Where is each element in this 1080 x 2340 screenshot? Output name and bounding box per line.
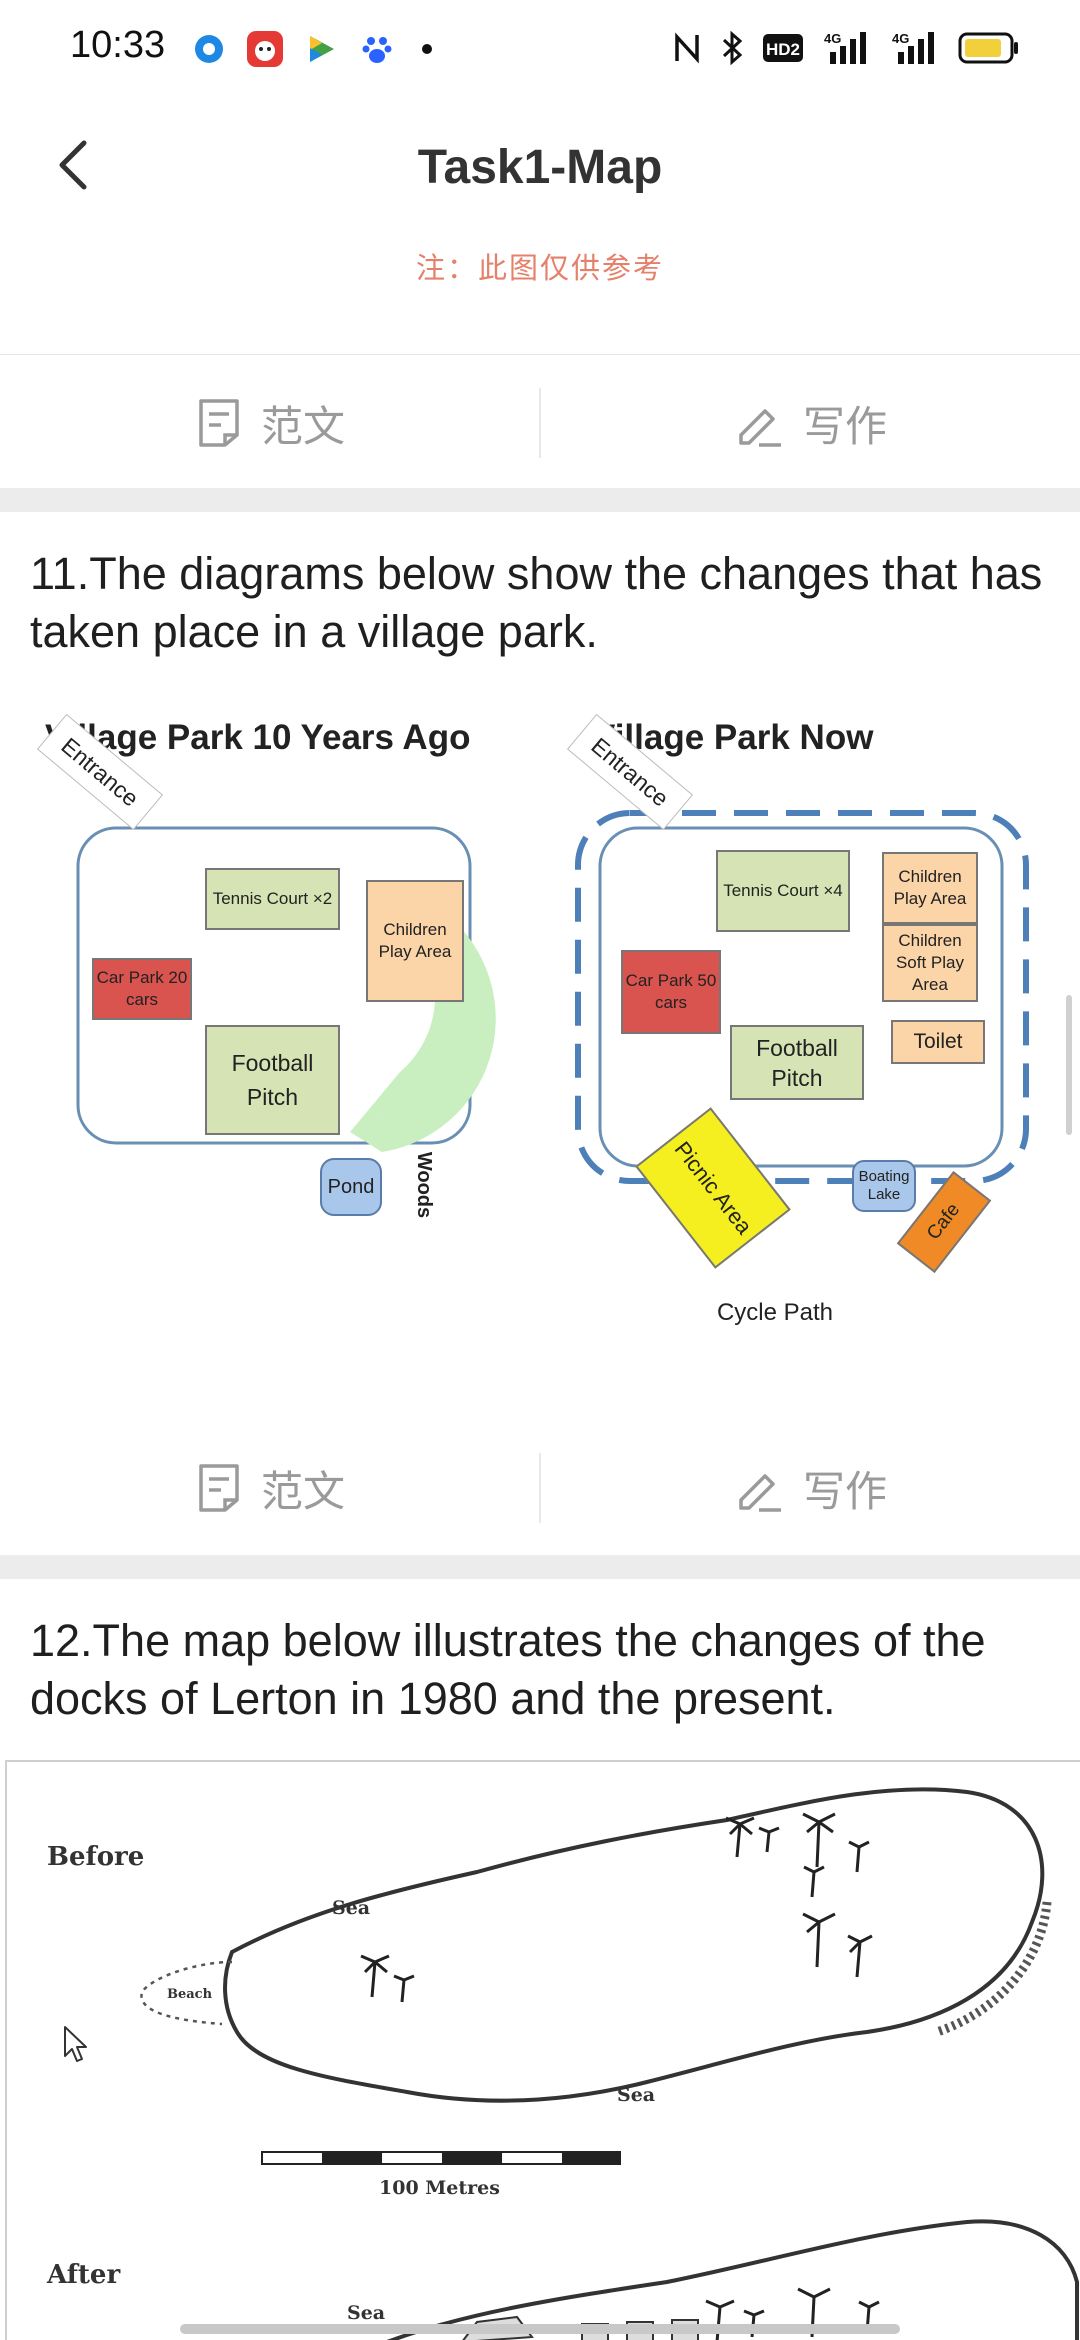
docks-map: Before Sea Beach Sea 100 Metres After Se… bbox=[5, 1760, 1080, 2340]
park-before-woods: Woods bbox=[413, 1151, 435, 1219]
map-scale-label: 100 Metres bbox=[379, 2177, 500, 2199]
battery-icon bbox=[958, 32, 1018, 64]
park-after-cycle-path: Cycle Path bbox=[690, 1296, 860, 1330]
park-before-football: Football Pitch bbox=[205, 1025, 340, 1135]
status-bar: 10:33 HD2 4G 4G bbox=[0, 0, 1080, 95]
map-after-label: After bbox=[47, 2260, 121, 2290]
net-label: 4G bbox=[824, 31, 841, 46]
park-after-car-park: Car Park 50 cars bbox=[621, 950, 721, 1034]
write-label: 写作 bbox=[802, 402, 887, 450]
record-app-icon bbox=[190, 30, 228, 68]
park-after-toilet: Toilet bbox=[891, 1020, 985, 1064]
action-bar: 范文 写作 bbox=[0, 1423, 1080, 1553]
status-time: 10:33 bbox=[70, 24, 166, 66]
park-before-car-park: Car Park 20 cars bbox=[92, 958, 192, 1020]
map-sea-label: Sea bbox=[617, 2084, 656, 2106]
map-before-label: Before bbox=[47, 1842, 145, 1872]
park-after-tennis: Tennis Court ×4 bbox=[716, 850, 850, 932]
map-sea-label: Sea bbox=[347, 2302, 386, 2324]
park-before-tennis: Tennis Court ×2 bbox=[205, 868, 340, 930]
video-app-icon bbox=[302, 30, 340, 68]
divider bbox=[539, 388, 541, 458]
signal-4g-icon: 4G bbox=[824, 31, 866, 64]
divider bbox=[539, 1453, 541, 1523]
page-header: Task1-Map 注：此图仅供参考 bbox=[0, 95, 1080, 355]
hd-label: HD2 bbox=[766, 40, 800, 59]
signal-4g-icon: 4G bbox=[892, 31, 934, 64]
net-label: 4G bbox=[892, 31, 909, 46]
baidu-app-icon bbox=[358, 30, 396, 68]
status-app-icons bbox=[190, 30, 432, 68]
village-park-diagram: Village Park 10 Years Ago Entrance Tenni… bbox=[0, 700, 1080, 1340]
divider bbox=[0, 354, 1080, 355]
sample-essay-label: 范文 bbox=[260, 402, 345, 450]
bluetooth-icon bbox=[722, 31, 743, 65]
map-beach-label: Beach bbox=[167, 1987, 213, 2002]
island-outline bbox=[140, 1787, 1079, 2340]
document-icon bbox=[199, 399, 239, 447]
map-sea-label: Sea bbox=[332, 1897, 371, 1919]
reference-note: 注：此图仅供参考 bbox=[415, 253, 664, 285]
write-button[interactable]: 写作 bbox=[540, 1423, 1080, 1553]
park-before-pond: Pond bbox=[320, 1158, 382, 1216]
park-after-football: Football Pitch bbox=[730, 1025, 864, 1100]
action-bar: 范文 写作 bbox=[0, 358, 1080, 488]
status-system-icons: HD2 4G 4G bbox=[672, 30, 1020, 66]
section-separator bbox=[0, 488, 1080, 512]
nfc-icon bbox=[675, 32, 699, 64]
park-before-children-area: Children Play Area bbox=[366, 880, 464, 1002]
scrollbar[interactable] bbox=[1066, 995, 1072, 1135]
page-title: Task1-Map bbox=[417, 141, 663, 194]
mascot-app-icon bbox=[246, 30, 284, 68]
cursor-icon bbox=[64, 2026, 87, 2062]
sample-essay-button[interactable]: 范文 bbox=[0, 1423, 540, 1553]
sample-essay-label: 范文 bbox=[260, 1467, 345, 1515]
park-after-children-play: Children Play Area bbox=[882, 852, 978, 924]
park-after-children-soft-play: Children Soft Play Area bbox=[882, 924, 978, 1002]
pencil-icon bbox=[739, 1474, 781, 1512]
question-12-text: 12.The map below illustrates the changes… bbox=[30, 1615, 986, 1724]
question-11-text: 11.The diagrams below show the changes t… bbox=[30, 548, 1043, 657]
hd-icon: HD2 bbox=[763, 34, 803, 62]
section-separator bbox=[0, 1555, 1080, 1579]
document-icon bbox=[199, 1464, 239, 1512]
home-indicator[interactable] bbox=[180, 2324, 900, 2334]
park-after-boating-lake: Boating Lake bbox=[852, 1160, 916, 1212]
sample-essay-button[interactable]: 范文 bbox=[0, 358, 540, 488]
write-label: 写作 bbox=[802, 1467, 887, 1515]
pencil-icon bbox=[739, 409, 781, 447]
notification-dot-icon bbox=[422, 44, 432, 54]
write-button[interactable]: 写作 bbox=[540, 358, 1080, 488]
